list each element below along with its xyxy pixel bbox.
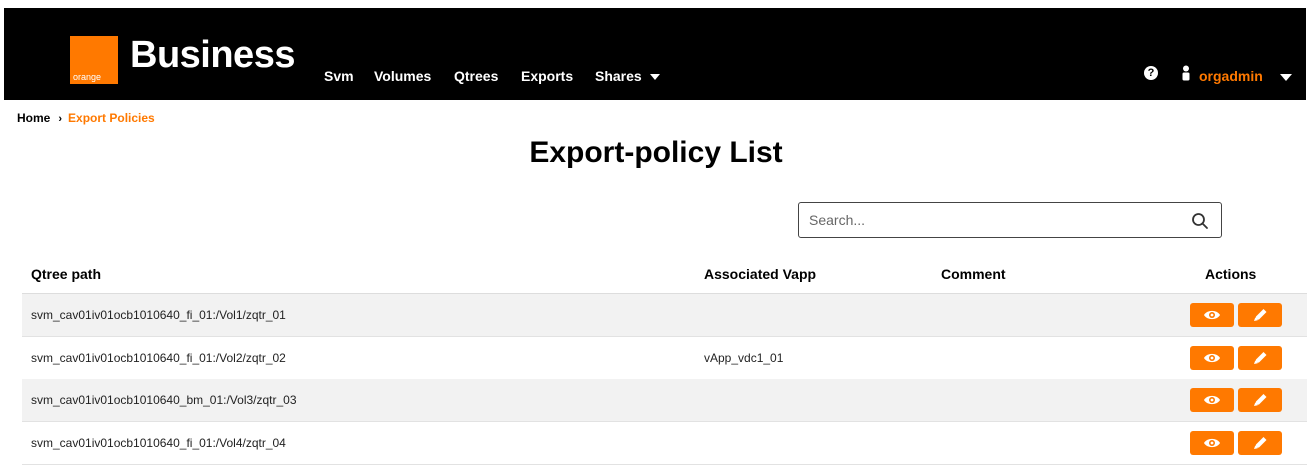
nav-svm[interactable]: Svm: [324, 68, 354, 84]
page-title: Export-policy List: [529, 136, 783, 169]
breadcrumb-current: Export Policies: [68, 111, 155, 125]
breadcrumb-home[interactable]: Home: [17, 111, 50, 125]
qtree-path-cell: svm_cav01iv01ocb1010640_fi_01:/Vol4/zqtr…: [31, 435, 286, 450]
user-menu[interactable]: orgadmin: [1199, 68, 1263, 84]
nav-exports[interactable]: Exports: [521, 68, 573, 84]
search-input[interactable]: [809, 203, 1179, 237]
right-edge: [1307, 8, 1312, 473]
search-icon[interactable]: [1191, 212, 1209, 230]
search-box: [798, 202, 1222, 238]
chevron-down-icon: [649, 74, 660, 81]
user-icon: [1182, 65, 1190, 81]
nav-qtrees[interactable]: Qtrees: [454, 68, 498, 84]
view-button[interactable]: [1190, 430, 1234, 455]
nav-volumes[interactable]: Volumes: [374, 68, 431, 84]
qtree-path-cell: svm_cav01iv01ocb1010640_fi_01:/Vol2/zqtr…: [31, 350, 286, 365]
help-icon[interactable]: ?: [1144, 66, 1158, 80]
brand-name: Business: [130, 34, 295, 76]
top-strip: [0, 0, 1312, 8]
column-header-associated-vapp[interactable]: Associated Vapp: [704, 266, 816, 282]
user-chevron-down-icon[interactable]: [1280, 74, 1292, 81]
breadcrumb: Home › Export Policies: [17, 111, 155, 125]
table-row: svm_cav01iv01ocb1010640_fi_01:/Vol1/zqtr…: [22, 294, 1312, 337]
table-row: svm_cav01iv01ocb1010640_bm_01:/Vol3/zqtr…: [22, 379, 1312, 422]
view-button[interactable]: [1190, 303, 1234, 327]
table-header: Qtree path Associated Vapp Comment Actio…: [0, 252, 1312, 294]
navbar: orange Business Svm Volumes Qtrees Expor…: [4, 8, 1306, 100]
orange-logo[interactable]: orange: [70, 36, 118, 84]
view-button[interactable]: [1190, 345, 1234, 370]
view-button[interactable]: [1190, 388, 1234, 412]
qtree-path-cell: svm_cav01iv01ocb1010640_fi_01:/Vol1/zqtr…: [31, 308, 286, 322]
qtree-path-cell: svm_cav01iv01ocb1010640_bm_01:/Vol3/zqtr…: [31, 393, 297, 407]
associated-vapp-cell: vApp_vdc1_01: [704, 350, 784, 365]
column-header-qtree-path[interactable]: Qtree path: [31, 266, 101, 282]
nav-shares[interactable]: Shares: [595, 68, 660, 84]
edit-button[interactable]: [1238, 430, 1282, 455]
table-row: svm_cav01iv01ocb1010640_fi_01:/Vol4/zqtr…: [22, 422, 1312, 465]
nav-shares-label: Shares: [595, 68, 642, 84]
logo-text: orange: [73, 72, 102, 82]
table-row: svm_cav01iv01ocb1010640_fi_01:/Vol2/zqtr…: [22, 337, 1312, 380]
edit-button[interactable]: [1238, 388, 1282, 412]
column-header-actions: Actions: [1205, 266, 1257, 282]
edit-button[interactable]: [1238, 345, 1282, 370]
breadcrumb-separator-icon: ›: [58, 113, 63, 125]
column-header-comment[interactable]: Comment: [941, 266, 1006, 282]
edit-button[interactable]: [1238, 303, 1282, 327]
